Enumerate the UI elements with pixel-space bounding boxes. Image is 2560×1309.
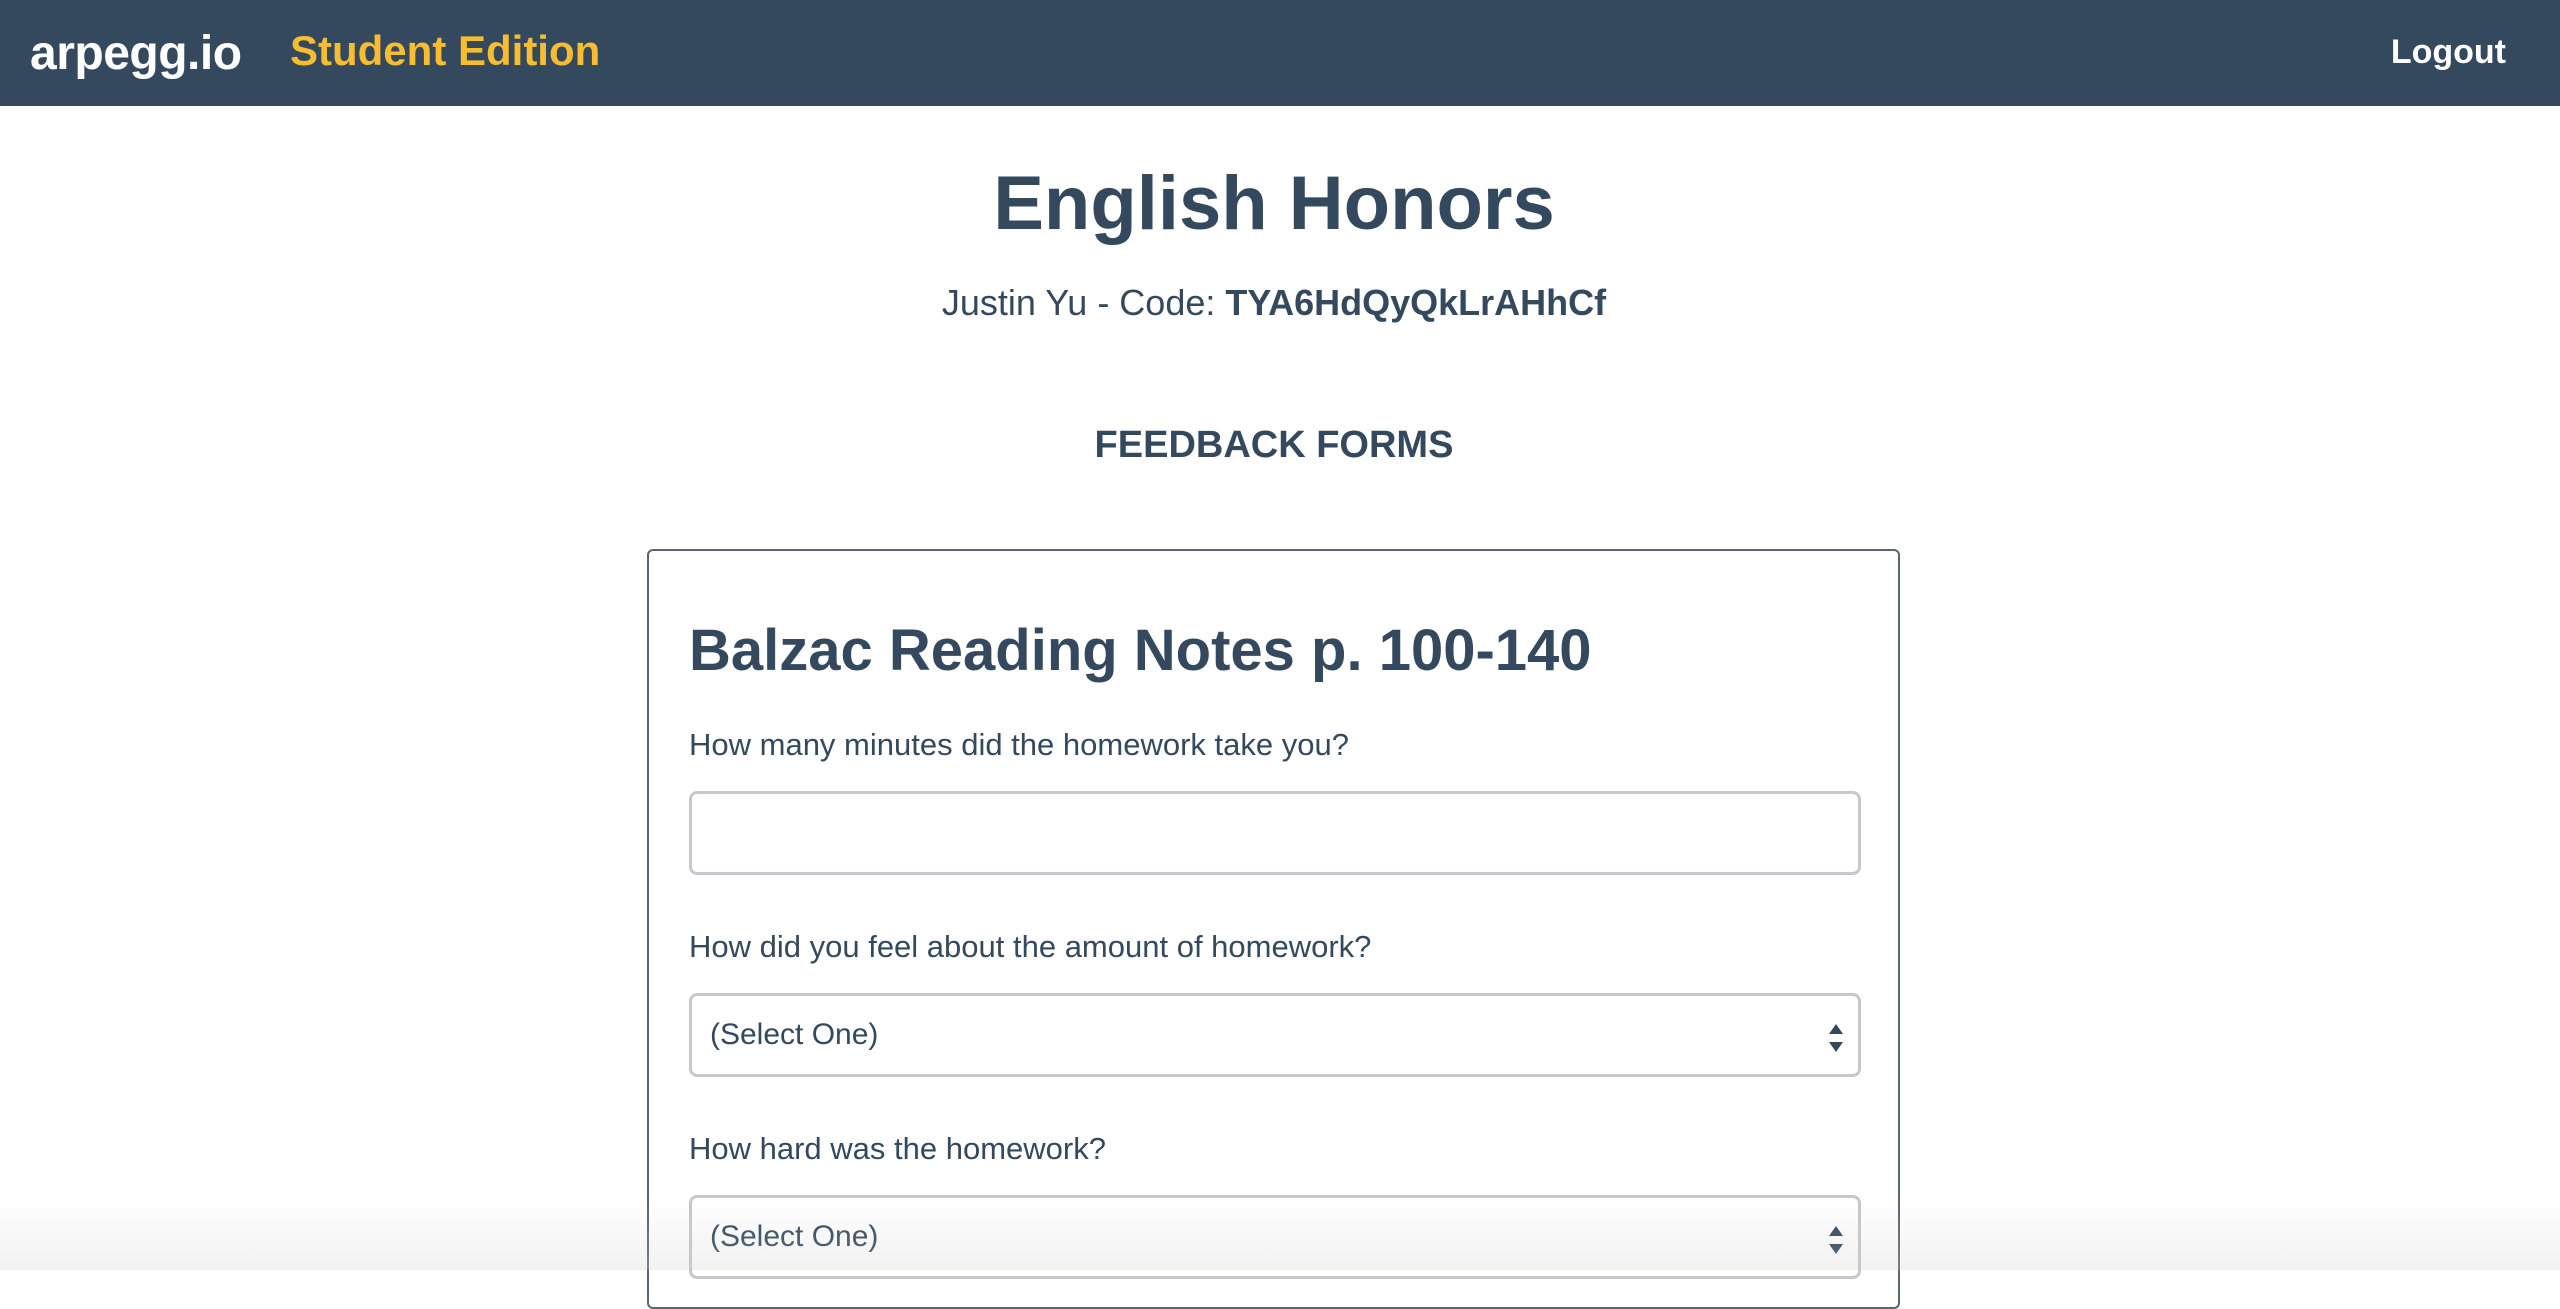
page-title: English Honors bbox=[993, 161, 1555, 246]
amount-select[interactable]: (Select One) bbox=[689, 993, 1861, 1077]
question-label-difficulty: How hard was the homework? bbox=[689, 1131, 1106, 1166]
difficulty-select[interactable]: (Select One) bbox=[689, 1195, 1861, 1279]
difficulty-select-value: (Select One) bbox=[710, 1220, 879, 1253]
form-title: Balzac Reading Notes p. 100-140 bbox=[689, 618, 1592, 683]
select-arrows-icon bbox=[1826, 1222, 1846, 1258]
edition-label: Student Edition bbox=[290, 27, 601, 74]
feedback-form-card: Balzac Reading Notes p. 100-140 How many… bbox=[647, 549, 1900, 1309]
minutes-input[interactable] bbox=[689, 791, 1861, 875]
top-navbar: arpegg.io Student Edition Logout bbox=[0, 0, 2560, 106]
select-arrows-icon bbox=[1826, 1020, 1846, 1056]
amount-select-value: (Select One) bbox=[710, 1018, 879, 1051]
student-name-prefix: Justin Yu - Code: bbox=[941, 282, 1226, 323]
student-info: Justin Yu - Code: TYA6HdQyQkLrAHhCf bbox=[0, 282, 2548, 324]
brand-logo[interactable]: arpegg.io bbox=[30, 26, 242, 81]
class-code: TYA6HdQyQkLrAHhCf bbox=[1225, 282, 1607, 323]
logout-button[interactable]: Logout bbox=[2391, 33, 2506, 72]
question-label-amount: How did you feel about the amount of hom… bbox=[689, 929, 1372, 964]
section-heading: FEEDBACK FORMS bbox=[1094, 424, 1454, 466]
question-label-minutes: How many minutes did the homework take y… bbox=[689, 727, 1349, 762]
